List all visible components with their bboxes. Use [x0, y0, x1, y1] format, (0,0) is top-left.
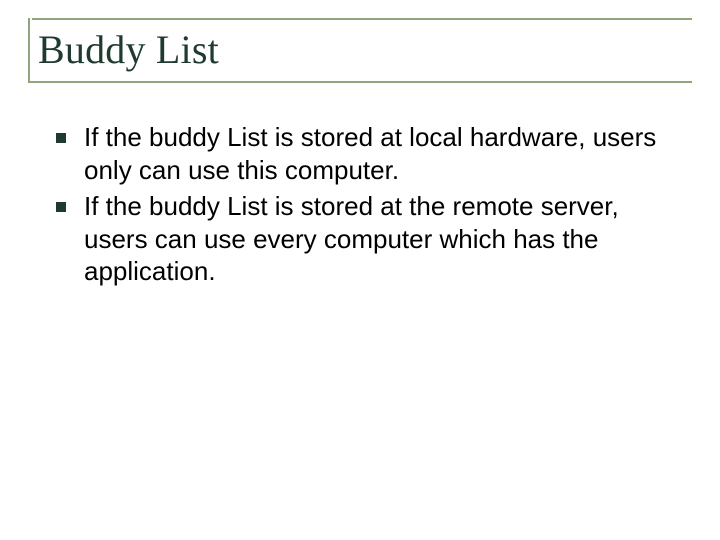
slide: Buddy List If the buddy List is stored a… [0, 0, 720, 540]
square-bullet-icon [56, 133, 66, 143]
slide-body: If the buddy List is stored at local har… [28, 121, 692, 288]
bullet-text: If the buddy List is stored at the remot… [84, 190, 664, 288]
list-item: If the buddy List is stored at the remot… [56, 190, 664, 288]
square-bullet-icon [56, 202, 66, 212]
list-item: If the buddy List is stored at local har… [56, 121, 664, 186]
slide-title: Buddy List [28, 20, 692, 81]
title-rule-left [28, 18, 30, 83]
title-rule-bottom [28, 81, 692, 83]
bullet-text: If the buddy List is stored at local har… [84, 121, 664, 186]
title-block: Buddy List [28, 18, 692, 81]
